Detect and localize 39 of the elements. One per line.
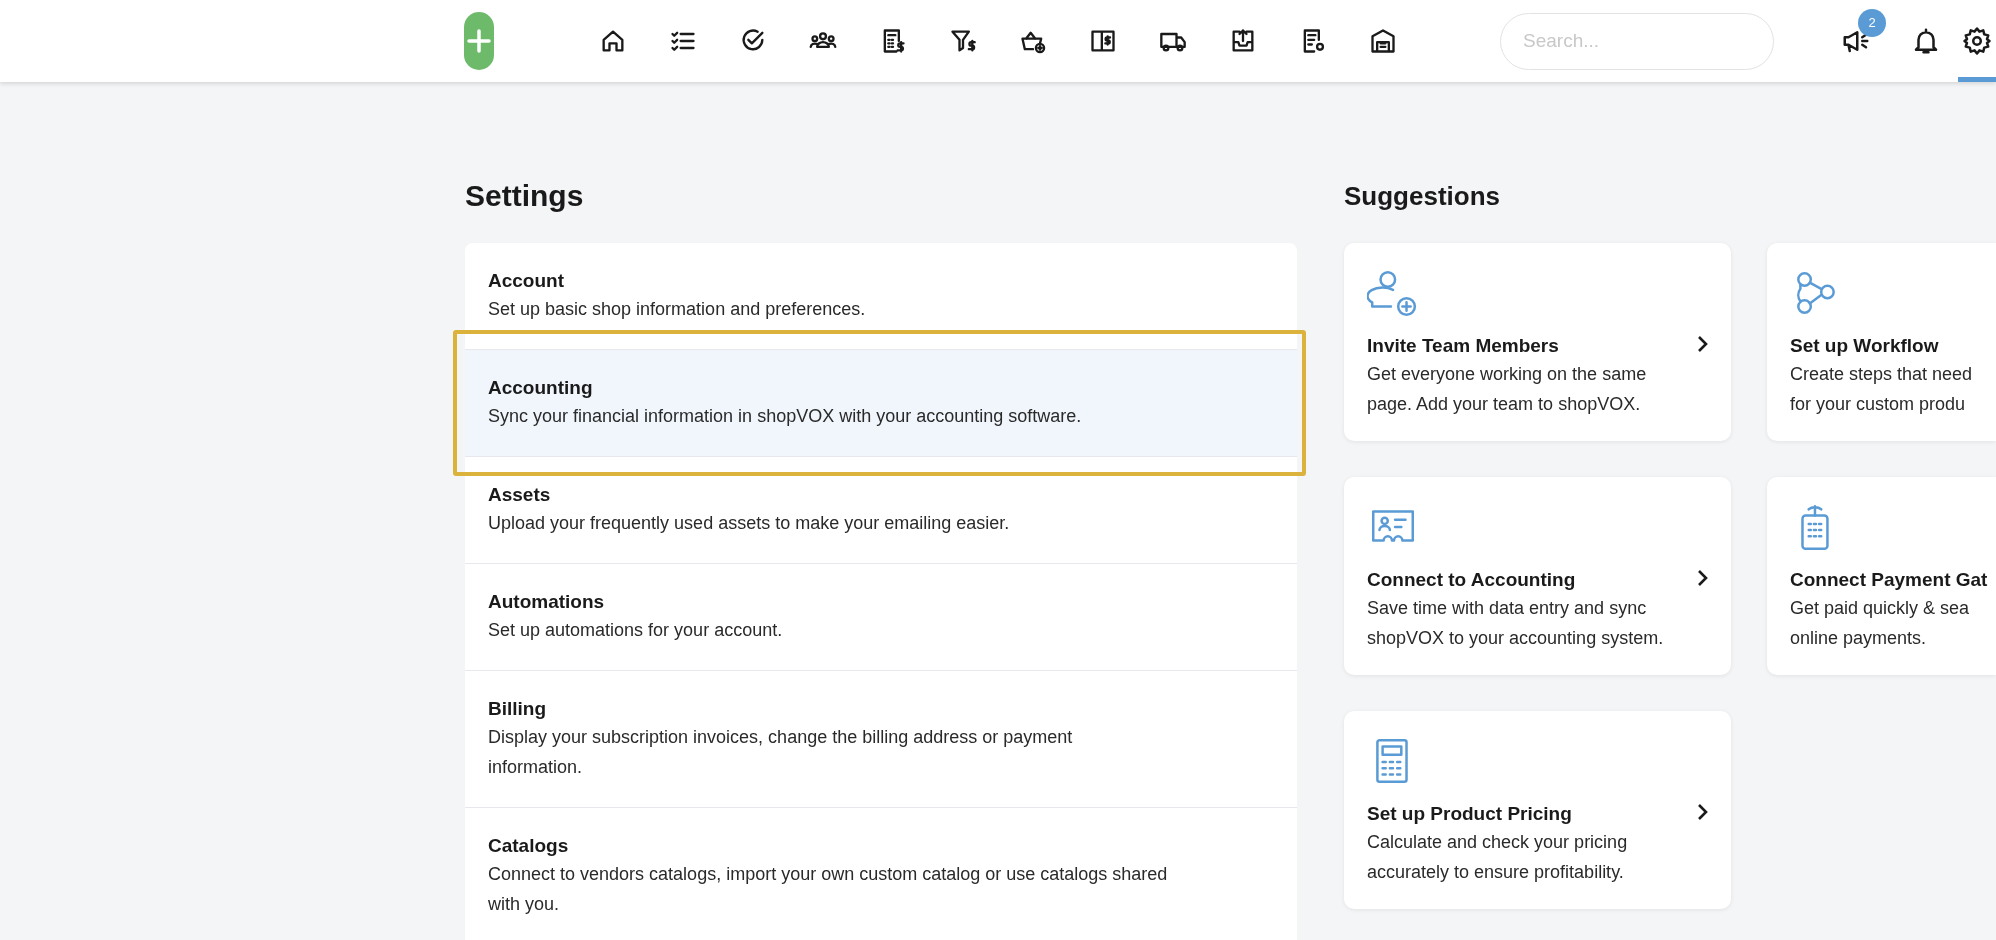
- settings-item[interactable]: Assets Upload your frequently used assets to make your emailing easier.: [465, 457, 1297, 564]
- card-title: Set up Workflow: [1790, 334, 1939, 358]
- warehouse-icon: [1369, 27, 1397, 55]
- card-title: Connect to Accounting: [1367, 568, 1576, 592]
- item-title: Catalogs: [488, 834, 569, 858]
- section-heading: Settings: [465, 178, 585, 214]
- item-description: Set up basic shop information and preferences.: [488, 298, 866, 321]
- settings-item[interactable]: Catalogs Connect to vendors catalogs, import your own custom catalog or use catalogs shared with you.: [465, 808, 1297, 940]
- suggestion-card[interactable]: Set up Product Pricing Calculate and check your pricing accurately to ensure profitability.: [1344, 711, 1731, 909]
- item-title: Assets: [488, 483, 551, 507]
- settings-item[interactable]: Automations Set up automations for your account.: [465, 564, 1297, 671]
- item-description: Sync your financial information in shopVOX with your accounting software.: [488, 405, 1082, 428]
- item-description: Display your subscription invoices, change the billing address or payment information.: [488, 726, 1073, 779]
- suggestion-card[interactable]: Set up Workflow Create steps that need for your custom produ: [1767, 243, 1996, 441]
- item-title: Account: [488, 269, 564, 293]
- card-description: Get everyone working on the same page. Add your team to shopVOX.: [1367, 363, 1647, 416]
- settings-icon: [1962, 26, 1992, 56]
- count-badge: 2: [1858, 9, 1886, 37]
- item-title: Automations: [488, 590, 605, 614]
- plus-icon: [467, 29, 491, 53]
- card-description: Save time with data entry and sync shopVOX to your accounting system.: [1367, 597, 1664, 650]
- card-description: Calculate and check your pricing accurately to ensure profitability.: [1367, 831, 1628, 884]
- card-description: Create steps that need for your custom produ: [1790, 363, 1973, 416]
- suggestion-card[interactable]: Connect to Accounting Save time with data entry and sync shopVOX to your accounting system.: [1344, 477, 1731, 675]
- card-description: Get paid quickly & sea online payments.: [1790, 597, 1970, 650]
- card-title: Set up Product Pricing: [1367, 802, 1572, 826]
- settings-item[interactable]: Accounting Sync your financial information in shopVOX with your accounting software.: [465, 350, 1297, 457]
- item-title: Accounting: [488, 376, 593, 400]
- suggestion-card[interactable]: Connect Payment Gat Get paid quickly & sea online payments.: [1767, 477, 1996, 675]
- item-description: Connect to vendors catalogs, import your own custom catalog or use catalogs shared with you.: [488, 863, 1168, 916]
- item-description: Set up automations for your account.: [488, 619, 783, 642]
- nav-button[interactable]: [1368, 26, 1398, 56]
- card-title: Invite Team Members: [1367, 334, 1559, 358]
- section-heading: Suggestions: [1344, 180, 1501, 213]
- suggestion-card[interactable]: Invite Team Members Get everyone working on the same page. Add your team to shopVOX.: [1344, 243, 1731, 441]
- item-title: Billing: [488, 697, 547, 721]
- settings-item[interactable]: Billing Display your subscription invoices, change the billing address or payment information.: [465, 671, 1297, 808]
- card-title: Connect Payment Gat: [1790, 568, 1988, 592]
- item-description: Upload your frequently used assets to make your emailing easier.: [488, 512, 1010, 535]
